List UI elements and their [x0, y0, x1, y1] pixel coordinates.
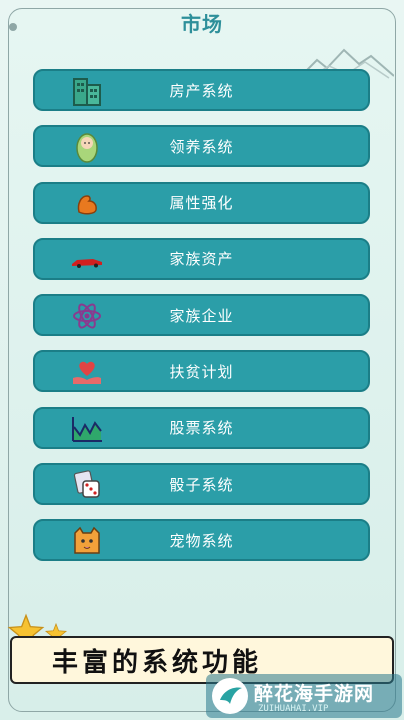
- heart-hand-icon: [73, 362, 101, 385]
- menu-item-label: 骰子系统: [169, 475, 234, 494]
- building-icon: [73, 78, 101, 106]
- car-icon: [72, 258, 102, 268]
- menu-item-label: 家族资产: [169, 250, 234, 269]
- pet-cat-icon: [74, 527, 100, 555]
- menu-item-stock-system[interactable]: 股票系统: [33, 406, 370, 449]
- atom-icon: [73, 303, 101, 329]
- site-watermark: 醉花海手游网 ZUIHUAHAI.VIP: [206, 674, 402, 718]
- menu-item-label: 属性强化: [169, 194, 234, 213]
- baby-icon: [76, 133, 98, 164]
- watermark-name: 醉花海手游网: [254, 683, 375, 705]
- market-menu: 房产系统 领养系统 属性强化 家族资产 家族企业 扶贫计划 股票系统 骰子系统 …: [33, 69, 370, 576]
- watermark-url: ZUIHUAHAI.VIP: [258, 704, 329, 714]
- banner-text: 丰富的系统功能: [52, 647, 263, 678]
- menu-item-attribute-enhance[interactable]: 属性强化: [33, 181, 370, 224]
- menu-item-label: 股票系统: [169, 419, 234, 438]
- menu-item-family-assets[interactable]: 家族资产: [33, 237, 370, 280]
- muscle-arm-icon: [77, 194, 97, 215]
- menu-item-property-system[interactable]: 房产系统: [33, 69, 370, 111]
- menu-item-family-enterprise[interactable]: 家族企业: [33, 294, 370, 337]
- menu-item-label: 家族企业: [169, 306, 234, 325]
- menu-item-label: 扶贫计划: [169, 362, 234, 381]
- menu-item-dice-system[interactable]: 骰子系统: [33, 463, 370, 506]
- page-title: 市场: [181, 12, 223, 36]
- flower-logo-icon: [212, 678, 248, 714]
- menu-item-label: 领养系统: [169, 137, 234, 156]
- menu-item-label: 房产系统: [169, 81, 234, 100]
- menu-item-pet-system[interactable]: 宠物系统: [33, 519, 370, 562]
- menu-item-poverty-plan[interactable]: 扶贫计划: [33, 350, 370, 393]
- menu-item-label: 宠物系统: [169, 531, 234, 550]
- menu-item-adoption-system[interactable]: 领养系统: [33, 125, 370, 168]
- dice-icon: [73, 470, 100, 498]
- stock-chart-icon: [72, 416, 102, 442]
